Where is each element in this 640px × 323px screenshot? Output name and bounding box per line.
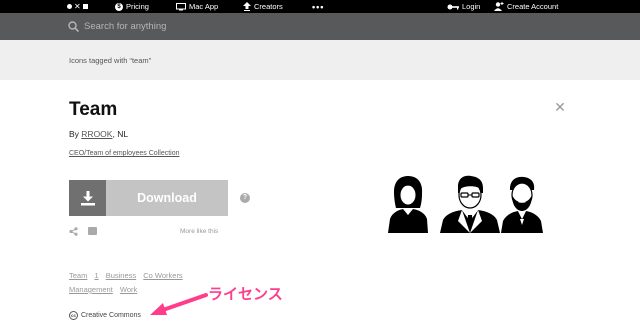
tag-heading-strip: Icons tagged with “team” — [0, 40, 640, 80]
woman-figure-icon — [388, 176, 428, 233]
monitor-icon — [176, 2, 186, 10]
bearded-man-figure-icon — [501, 176, 543, 233]
nav-creators-label: Creators — [254, 2, 283, 11]
nav-mac-app[interactable]: Mac App — [176, 0, 218, 13]
close-icon[interactable]: ✕ — [554, 100, 566, 114]
tag-link[interactable]: Team — [69, 271, 87, 280]
more-like-this-link[interactable]: More like this — [180, 228, 218, 235]
annotation-label: ライセンス — [208, 285, 283, 303]
logo-dot — [67, 4, 72, 9]
download-label: Download — [137, 191, 197, 205]
collection-link[interactable]: CEO/Team of employees Collection — [69, 150, 180, 157]
tag-list-row-2: Management Work — [69, 285, 142, 294]
tag-link[interactable]: Co Workers — [143, 271, 182, 280]
nav-pricing[interactable]: $ Pricing — [115, 0, 149, 13]
dollar-icon: $ — [115, 2, 123, 11]
author-byline: By RROOK, NL — [69, 129, 128, 139]
key-icon — [447, 4, 459, 9]
upload-icon — [243, 2, 251, 11]
top-nav: ✕ $ Pricing Mac App Creators ••• Login C… — [0, 0, 640, 13]
nav-pricing-label: Pricing — [126, 2, 149, 11]
icon-title: Team — [69, 99, 118, 120]
annotation-arrow-icon — [150, 293, 208, 315]
license-label: Creative Commons — [81, 312, 141, 319]
download-icon — [69, 180, 106, 216]
nav-more-menu[interactable]: ••• — [312, 0, 324, 13]
tag-heading: Icons tagged with “team” — [69, 56, 152, 65]
by-prefix: By — [69, 129, 79, 139]
logo-x: ✕ — [74, 1, 81, 11]
tag-list-row-1: Team 1 Business Co Workers — [69, 271, 188, 280]
nav-creators[interactable]: Creators — [243, 0, 283, 13]
help-icon[interactable]: ? — [240, 193, 250, 203]
nav-create-account-label: Create Account — [507, 2, 559, 11]
nav-mac-app-label: Mac App — [189, 2, 219, 11]
logo-square — [82, 4, 88, 9]
tag-link[interactable]: Business — [106, 271, 136, 280]
search-bar — [0, 13, 640, 40]
search-icon — [68, 21, 79, 32]
add-user-icon — [494, 2, 504, 11]
download-button[interactable]: Download — [69, 180, 228, 216]
tag-link[interactable]: 1 — [94, 271, 98, 280]
share-icon[interactable] — [69, 227, 78, 236]
nav-login-label: Login — [462, 2, 481, 11]
more-dots-icon: ••• — [312, 1, 325, 12]
nav-login[interactable]: Login — [447, 0, 480, 13]
author-location: , NL — [112, 129, 129, 139]
license-info[interactable]: cc Creative Commons — [69, 311, 141, 320]
search-input[interactable] — [84, 18, 584, 35]
creative-commons-icon: cc — [69, 311, 78, 320]
nav-create-account[interactable]: Create Account — [494, 0, 558, 13]
team-illustration-icon — [388, 175, 543, 233]
collection-bag-icon[interactable] — [88, 227, 97, 235]
tag-link[interactable]: Management — [69, 285, 113, 294]
ceo-figure-icon — [440, 175, 500, 233]
tag-link[interactable]: Work — [120, 285, 137, 294]
author-link[interactable]: RROOK — [81, 129, 112, 139]
noun-project-logo[interactable]: ✕ — [67, 0, 88, 13]
